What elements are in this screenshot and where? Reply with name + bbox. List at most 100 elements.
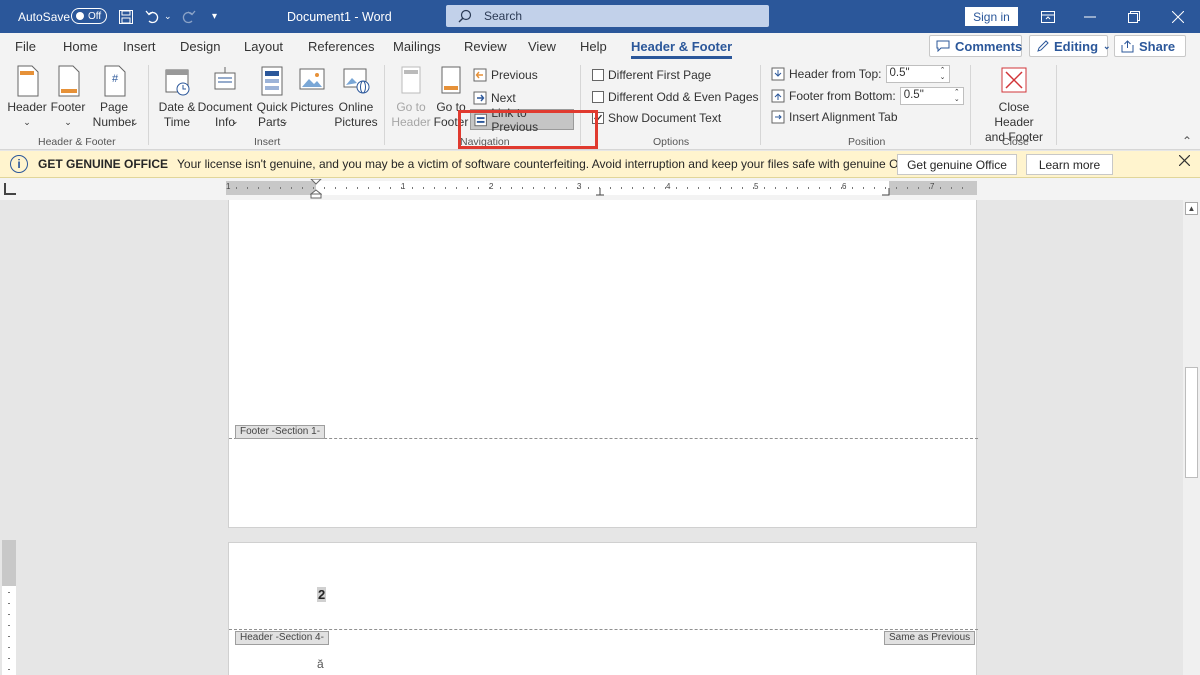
editing-button[interactable]: Editing ⌄ [1029, 35, 1111, 57]
header-button[interactable]: Header ⌄ [7, 65, 47, 130]
date-time-button[interactable]: Date & Time [157, 65, 197, 130]
share-button[interactable]: Share [1114, 35, 1186, 57]
genuine-office-notice: i GET GENUINE OFFICE Your license isn't … [0, 151, 1200, 178]
search-box[interactable]: Search [446, 5, 769, 27]
vertical-ruler[interactable] [2, 540, 16, 675]
vertical-scrollbar[interactable]: ▲ [1183, 200, 1200, 675]
online-pictures-button[interactable]: Online Pictures [334, 65, 378, 130]
tab-header-footer[interactable]: Header & Footer [631, 39, 733, 59]
ruler-tick [269, 187, 270, 189]
ruler-tick [929, 187, 930, 189]
group-label-insert: Insert [254, 136, 281, 148]
save-icon[interactable] [118, 0, 134, 33]
page-2[interactable]: 2 Header -Section 4- Same as Previous ă [228, 542, 978, 675]
editing-label: Editing [1054, 38, 1099, 54]
ruler-tick [643, 187, 644, 189]
close-notice-icon[interactable] [1179, 155, 1190, 166]
spinner-icon[interactable]: ⌃ ⌄ [940, 67, 946, 81]
get-genuine-office-button[interactable]: Get genuine Office [897, 154, 1017, 175]
autosave-toggle[interactable]: Off [71, 8, 107, 24]
ribbon-display-options-icon[interactable] [1026, 0, 1070, 33]
page-1[interactable]: Footer -Section 1- [228, 200, 978, 528]
ruler-tick [676, 187, 677, 189]
ruler-tick [896, 187, 897, 189]
header-boundary-line [229, 629, 978, 630]
header-section-tag: Header -Section 4- [235, 631, 329, 645]
ruler-tick [236, 187, 237, 189]
close-window-icon[interactable] [1156, 0, 1200, 33]
tab-review[interactable]: Review [464, 39, 507, 54]
go-to-footer-icon [441, 66, 461, 94]
ruler-tick [522, 187, 523, 189]
group-label-header-footer: Header & Footer [38, 136, 116, 148]
different-first-page-checkbox[interactable]: Different First Page [592, 68, 711, 82]
horizontal-ruler[interactable]: 1 1 2 3 4 5 6 7 [226, 179, 977, 199]
pictures-button[interactable]: Pictures [290, 65, 334, 115]
sign-in-button[interactable]: Sign in [965, 7, 1018, 26]
comments-button[interactable]: Comments [929, 35, 1022, 57]
previous-button[interactable]: Previous [473, 68, 538, 82]
ruler-tick [599, 187, 600, 189]
collapse-ribbon-icon[interactable]: ⌃ [1182, 134, 1192, 148]
scroll-up-icon[interactable]: ▲ [1185, 202, 1198, 215]
footer-button[interactable]: Footer ⌄ [49, 65, 87, 130]
footer-from-bottom-input[interactable]: 0.5" ⌃ ⌄ [899, 87, 964, 105]
header-from-top-input[interactable]: 0.5" ⌃ ⌄ [885, 65, 950, 83]
ruler-tick [577, 187, 578, 189]
tab-references[interactable]: References [308, 39, 374, 54]
tab-home[interactable]: Home [63, 39, 98, 54]
redo-icon[interactable] [180, 0, 196, 33]
ruler-tick [555, 187, 556, 189]
document-info-chevron-icon: ⌄ [231, 116, 239, 126]
spinner-icon[interactable]: ⌃ ⌄ [954, 89, 960, 103]
next-button[interactable]: Next [473, 91, 516, 105]
share-icon [1121, 39, 1134, 53]
tab-layout[interactable]: Layout [244, 39, 283, 54]
learn-more-button[interactable]: Learn more [1026, 154, 1113, 175]
different-odd-even-checkbox[interactable]: Different Odd & Even Pages [592, 90, 759, 104]
undo-icon[interactable] [145, 0, 161, 33]
ruler-tick [8, 603, 10, 604]
ruler-tick [951, 187, 952, 189]
tab-insert[interactable]: Insert [123, 39, 156, 54]
footer-label: Footer [50, 100, 86, 114]
ruler-tick [412, 187, 413, 189]
ruler-number: 5 [754, 182, 759, 191]
document-info-button[interactable]: Document Info [197, 65, 253, 130]
go-to-header-button[interactable]: Go to Header [391, 65, 431, 130]
tab-design[interactable]: Design [180, 39, 220, 54]
tab-selector-icon[interactable] [4, 183, 16, 195]
tab-view[interactable]: View [528, 39, 556, 54]
pencil-icon [1036, 39, 1049, 53]
scroll-thumb[interactable] [1185, 367, 1198, 478]
online-pictures-label-2: Pictures [334, 115, 378, 129]
body-text[interactable]: ă [317, 657, 324, 671]
footer-boundary-line [229, 438, 978, 439]
customize-qat-icon[interactable]: ▾ [212, 0, 217, 33]
group-divider [1056, 65, 1057, 145]
checkbox-icon [592, 91, 604, 103]
header-page-number[interactable]: 2 [317, 587, 327, 602]
ruler-tick [8, 614, 10, 615]
ruler-tick [8, 669, 10, 670]
minimize-icon[interactable] [1068, 0, 1112, 33]
show-document-text-checkbox[interactable]: Show Document Text [592, 111, 721, 125]
footer-icon [58, 65, 80, 97]
tab-stop-icon[interactable] [596, 188, 604, 196]
indent-marker-icon[interactable] [310, 179, 322, 199]
ruler-tick [335, 187, 336, 189]
ruler-tick [632, 187, 633, 189]
undo-dropdown-icon[interactable]: ⌄ [164, 0, 172, 33]
ruler-tick [819, 187, 820, 189]
chevron-down-icon: ⌄ [64, 117, 72, 127]
ruler-tick [720, 187, 721, 189]
tab-help[interactable]: Help [580, 39, 607, 54]
close-header-footer-button[interactable]: Close Header and Footer [978, 65, 1050, 145]
tab-file[interactable]: File [15, 39, 36, 54]
restore-icon[interactable] [1112, 0, 1156, 33]
ruler-number: 1 [226, 182, 231, 191]
tab-stop-icon[interactable] [882, 188, 890, 196]
tab-mailings[interactable]: Mailings [393, 39, 441, 54]
page-number-chevron-icon: ⌄ [131, 117, 139, 127]
insert-alignment-tab-button[interactable]: Insert Alignment Tab [771, 110, 898, 124]
